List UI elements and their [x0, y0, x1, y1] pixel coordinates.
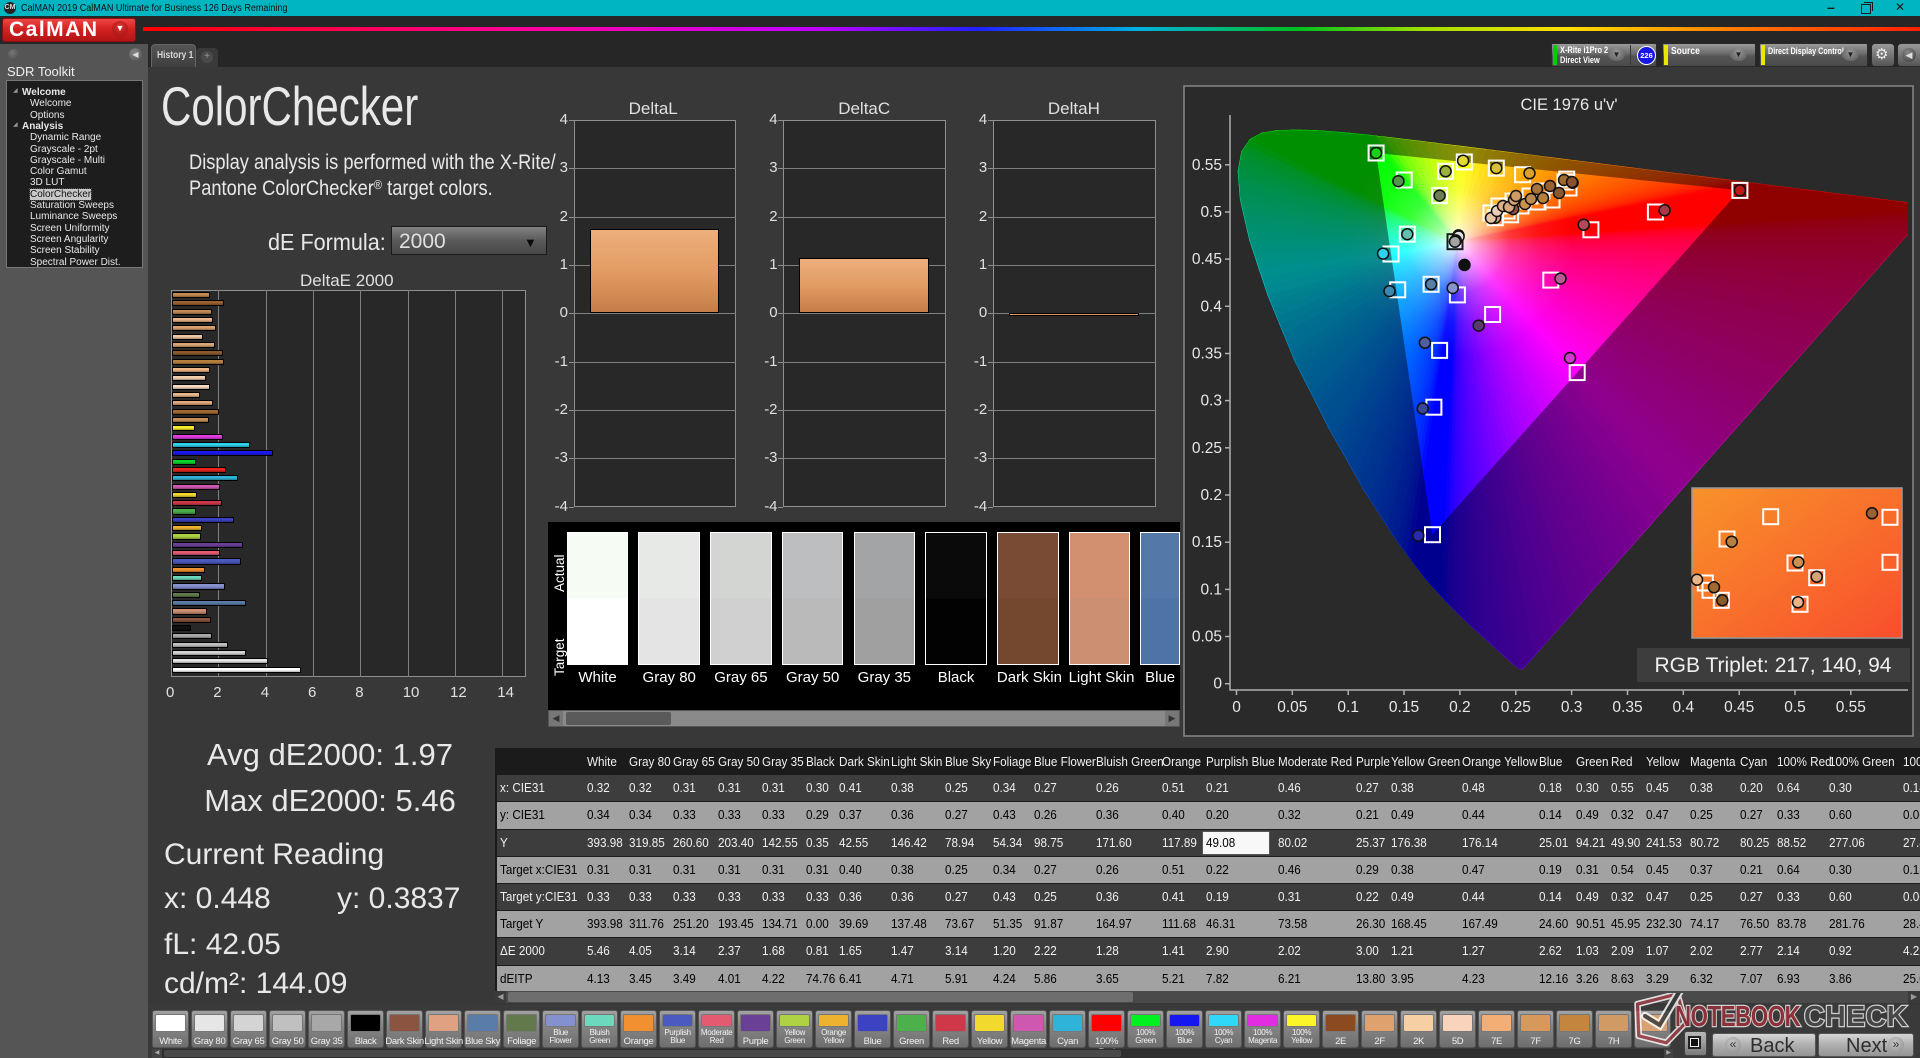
svg-text:0.4: 0.4 — [1200, 298, 1222, 315]
svg-text:0.45: 0.45 — [1724, 699, 1754, 716]
svg-text:0: 0 — [1213, 676, 1222, 693]
svg-text:0.15: 0.15 — [1389, 699, 1419, 716]
svg-text:0.5: 0.5 — [1200, 204, 1222, 221]
svg-text:0.3: 0.3 — [1200, 393, 1222, 410]
svg-text:0.55: 0.55 — [1192, 157, 1222, 174]
svg-text:0.35: 0.35 — [1612, 699, 1642, 716]
svg-text:0: 0 — [1232, 699, 1241, 716]
svg-text:0.05: 0.05 — [1192, 629, 1222, 646]
svg-text:0.1: 0.1 — [1200, 581, 1222, 598]
svg-text:0.15: 0.15 — [1192, 534, 1222, 551]
svg-text:0.1: 0.1 — [1337, 699, 1359, 716]
svg-text:RGB Triplet: 217, 140, 94: RGB Triplet: 217, 140, 94 — [1655, 654, 1892, 677]
svg-text:0.3: 0.3 — [1561, 699, 1583, 716]
svg-text:0.55: 0.55 — [1836, 699, 1866, 716]
svg-text:0.5: 0.5 — [1784, 699, 1806, 716]
svg-text:0.2: 0.2 — [1449, 699, 1471, 716]
svg-text:CHECK: CHECK — [1804, 1001, 1908, 1033]
svg-text:0.4: 0.4 — [1673, 699, 1695, 716]
svg-text:CIE 1976 u'v': CIE 1976 u'v' — [1520, 96, 1617, 114]
svg-text:0.35: 0.35 — [1192, 346, 1222, 363]
svg-text:0.25: 0.25 — [1192, 440, 1222, 457]
svg-text:NOTEBOOK: NOTEBOOK — [1675, 1001, 1801, 1032]
svg-text:0.05: 0.05 — [1277, 699, 1307, 716]
svg-text:0.25: 0.25 — [1501, 699, 1531, 716]
svg-text:0.2: 0.2 — [1200, 487, 1222, 504]
svg-text:0.45: 0.45 — [1192, 251, 1222, 268]
